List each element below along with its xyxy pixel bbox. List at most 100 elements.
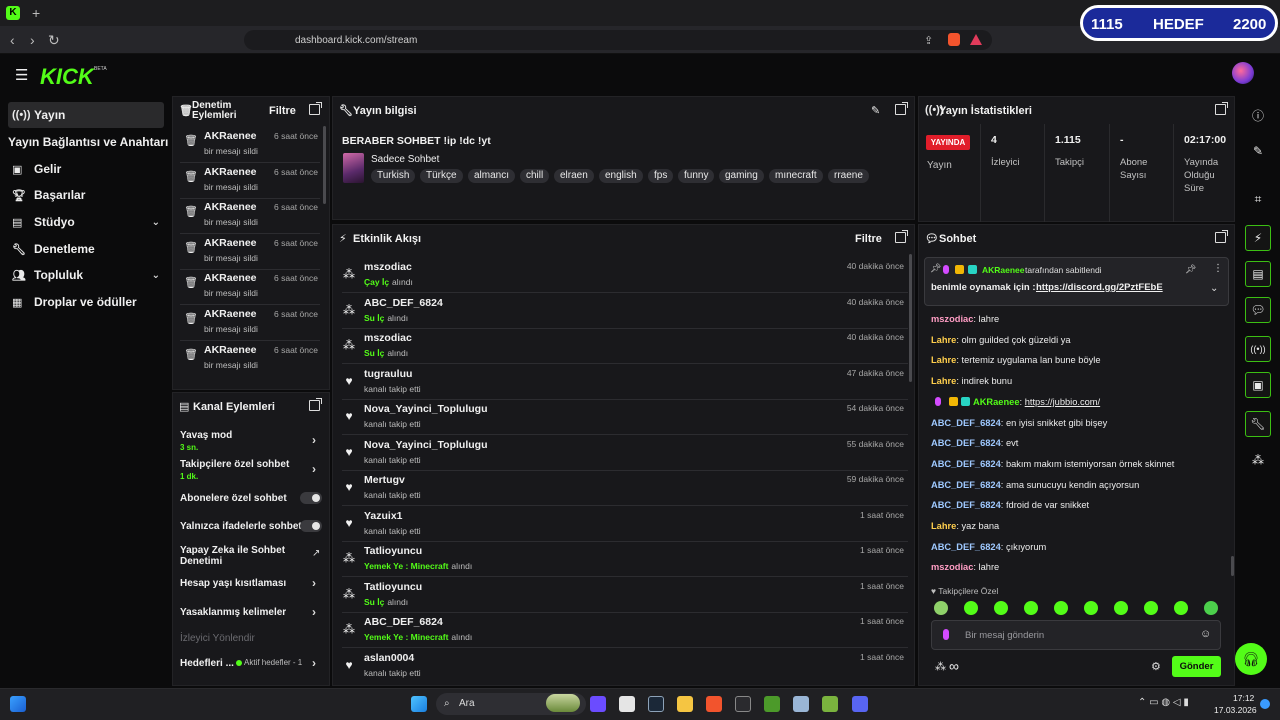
kick-logo[interactable]: KICK — [40, 64, 94, 90]
share-icon[interactable]: ⇪ — [924, 34, 933, 48]
scrollbar[interactable] — [909, 254, 912, 382]
emoji-icon[interactable]: ☺ — [1200, 628, 1211, 640]
emote-icon[interactable] — [964, 601, 978, 615]
sidebar-item-basarilar[interactable]: 🏆︎ Başarılar — [8, 182, 164, 208]
menu-icon[interactable]: ☰ — [15, 66, 28, 84]
edit-icon[interactable]: ✎ — [1245, 138, 1271, 164]
more-icon[interactable]: ⋮ — [1213, 263, 1223, 274]
emote-icon[interactable] — [1024, 601, 1038, 615]
notification-icon[interactable] — [1260, 699, 1270, 709]
external-link-icon[interactable]: ↗ — [312, 548, 320, 559]
stream-tag[interactable]: almancı — [468, 169, 516, 183]
clock-time[interactable]: 17:12 — [1233, 693, 1254, 703]
emote-icon[interactable] — [994, 601, 1008, 615]
folder-icon[interactable] — [677, 696, 693, 712]
chat-username[interactable]: ABC_DEF_6824 — [931, 542, 1001, 552]
chat-username[interactable]: ABC_DEF_6824 — [931, 418, 1001, 428]
brave-shield-icon[interactable] — [948, 33, 960, 46]
windows-start-icon[interactable] — [411, 696, 427, 712]
url-text[interactable]: dashboard.kick.com/stream — [295, 35, 417, 46]
tray-icons[interactable]: ⌃ ▭ ◍ ◁ ▮ — [1138, 697, 1189, 708]
sidebar-item-baglanti[interactable]: Yayın Bağlantısı ve Anahtarı — [8, 129, 168, 155]
rewards-icon[interactable] — [970, 34, 982, 45]
chat-icon[interactable]: 💬︎ — [1245, 297, 1271, 323]
filter-button[interactable]: Filtre — [855, 233, 882, 245]
sidebar-item-gelir[interactable]: ▣ Gelir — [8, 156, 164, 182]
chat-username[interactable]: Lahre — [931, 355, 956, 365]
edit-icon[interactable]: ✎ — [871, 104, 880, 117]
sidebar-item-studyo[interactable]: ▤ Stüdyo ⌄ — [8, 209, 164, 235]
chat-username[interactable]: ABC_DEF_6824 — [931, 480, 1001, 490]
chat-username[interactable]: ABC_DEF_6824 — [931, 500, 1001, 510]
pinned-link[interactable]: https://discord.gg/2PztFEbE — [1036, 282, 1163, 293]
stream-tag[interactable]: funny — [678, 169, 715, 183]
minecraft-launcher-icon[interactable] — [822, 696, 838, 712]
filter-button[interactable]: Filtre — [269, 105, 296, 117]
account-age-row[interactable]: Hesap yaşı kısıtlaması — [180, 578, 326, 589]
steam-icon[interactable] — [648, 696, 664, 712]
chat-username[interactable]: mszodiac — [931, 314, 973, 324]
mod-tools-icon[interactable]: ▣ — [1245, 372, 1271, 398]
sidebar-item-droplar[interactable]: ▦ Droplar ve ödüller — [8, 289, 164, 315]
emote-icon[interactable] — [1144, 601, 1158, 615]
snap-icon[interactable] — [10, 696, 26, 712]
stream-tag[interactable]: chill — [520, 169, 550, 183]
stream-tag[interactable]: Turkish — [371, 169, 416, 183]
emote-icon[interactable] — [1054, 601, 1068, 615]
dots-icon[interactable]: ⁂ — [1245, 447, 1271, 473]
broadcast-icon[interactable]: ((•)) — [1245, 336, 1271, 362]
app-icon[interactable] — [590, 696, 606, 712]
stream-tag[interactable]: Türkçe — [420, 169, 463, 183]
sidebar-item-yayin[interactable]: ((•)) Yayın — [8, 102, 164, 128]
emote-icon[interactable] — [934, 601, 948, 615]
support-button[interactable]: 🎧︎ — [1235, 643, 1267, 675]
stream-tag[interactable]: rraene — [828, 169, 869, 183]
chat-username[interactable]: Lahre — [931, 376, 956, 386]
app-icon[interactable] — [619, 696, 635, 712]
popout-icon[interactable] — [1215, 102, 1228, 115]
subs-only-toggle[interactable] — [300, 492, 322, 504]
dots-icon[interactable]: ⁂ — [935, 660, 946, 673]
gear-icon[interactable]: ⚙︎ — [1151, 660, 1161, 673]
bolt-icon[interactable]: ⚡︎ — [1245, 225, 1271, 251]
sidebar-item-denetleme[interactable]: 🔧︎ Denetleme — [8, 236, 164, 262]
scrollbar[interactable] — [323, 126, 326, 204]
crop-icon[interactable]: ⌗ — [1245, 186, 1271, 212]
minecraft-icon[interactable] — [764, 696, 780, 712]
popout-icon[interactable] — [309, 398, 322, 411]
stream-tag[interactable]: gaming — [719, 169, 764, 183]
chat-username[interactable]: AKRaenee — [973, 397, 1020, 407]
emote-icon[interactable] — [1084, 601, 1098, 615]
clock-date[interactable]: 17.03.2026 — [1214, 705, 1257, 715]
chat-username[interactable]: ABC_DEF_6824 — [931, 438, 1001, 448]
chat-username[interactable]: Lahre — [931, 521, 956, 531]
emote-icon[interactable] — [1204, 601, 1218, 615]
scrollbar[interactable] — [1231, 556, 1234, 576]
app-icon[interactable] — [735, 696, 751, 712]
info-icon[interactable]: ⓘ — [1245, 102, 1271, 128]
send-button[interactable]: Gönder — [1172, 656, 1221, 677]
banned-words-row[interactable]: Yasaklanmış kelimeler — [180, 607, 326, 618]
ai-moderation-row[interactable]: Yapay Zeka ile Sohbet Denetimi — [180, 545, 300, 567]
unpin-icon[interactable]: 📌︎ — [1185, 264, 1196, 275]
slow-mode-row[interactable]: Yavaş mod 3 sn. — [180, 430, 326, 452]
goals-row[interactable]: Hedefleri ... — [180, 658, 240, 669]
discord-icon[interactable] — [852, 696, 868, 712]
popout-icon[interactable] — [895, 230, 908, 243]
popout-icon[interactable] — [895, 102, 908, 115]
photos-icon[interactable] — [793, 696, 809, 712]
forward-icon[interactable]: › — [30, 33, 35, 47]
stream-tag[interactable]: mınecraft — [769, 169, 823, 183]
infinity-icon[interactable]: ∞ — [949, 658, 959, 674]
sidebar-item-topluluk[interactable]: 👥︎ Topluluk ⌄ — [8, 262, 164, 288]
brave-icon[interactable] — [706, 696, 722, 712]
document-icon[interactable]: ▤ — [1245, 261, 1271, 287]
avatar[interactable] — [1232, 62, 1254, 84]
reload-icon[interactable]: ↻ — [48, 33, 60, 47]
popout-icon[interactable] — [309, 102, 322, 115]
emote-icon[interactable] — [1174, 601, 1188, 615]
new-tab-button[interactable]: + — [32, 5, 40, 21]
emote-icon[interactable] — [1114, 601, 1128, 615]
chat-username[interactable]: mszodiac — [931, 562, 973, 572]
chat-username[interactable]: ABC_DEF_6824 — [931, 459, 1001, 469]
